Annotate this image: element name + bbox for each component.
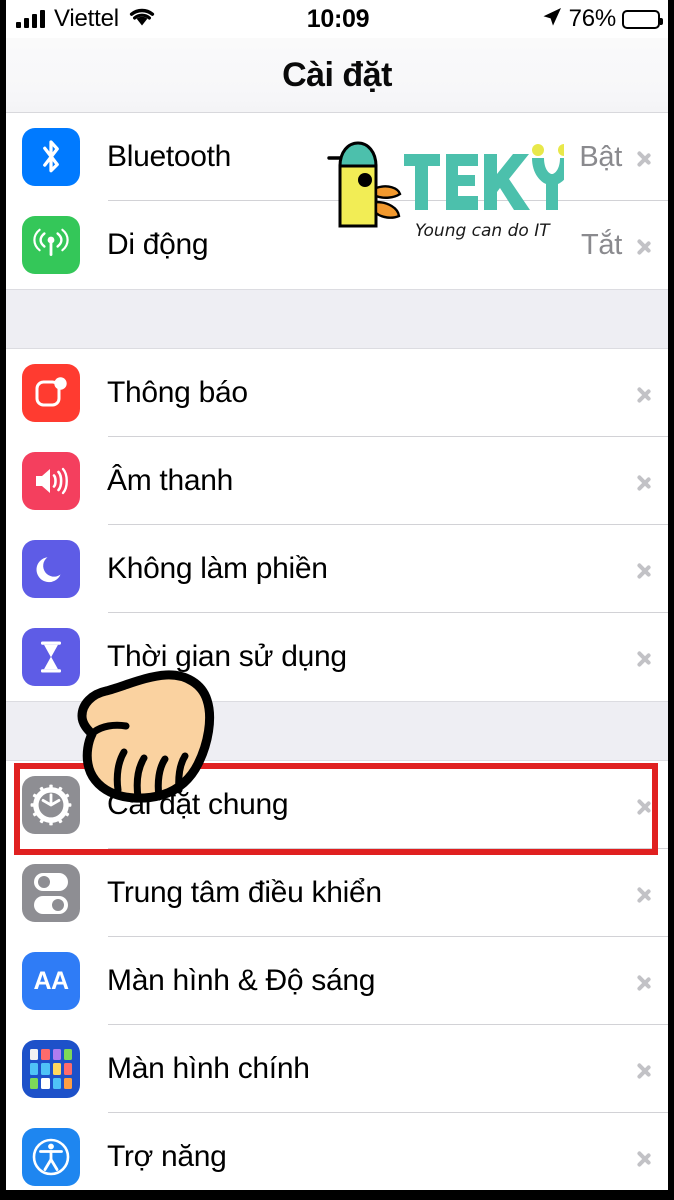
- do-not-disturb-moon-icon: [22, 540, 80, 598]
- settings-row-accessibility[interactable]: Trợ năng: [0, 1113, 674, 1200]
- battery-icon: [622, 9, 664, 29]
- settings-row-label: Màn hình & Độ sáng: [107, 964, 376, 997]
- settings-list[interactable]: Bluetooth Bật Di động Tắt Thông báo Âm t…: [0, 113, 674, 1200]
- settings-row-label: Thời gian sử dụng: [107, 640, 347, 673]
- gear-icon: [22, 776, 80, 834]
- group-separator: [0, 289, 674, 349]
- aa-glyph-label: AA: [33, 966, 69, 995]
- settings-row-label: Âm thanh: [107, 464, 234, 497]
- settings-row-display-brightness[interactable]: AA Màn hình & Độ sáng: [0, 937, 674, 1025]
- status-bar-right: 76%: [369, 5, 664, 33]
- status-bar-center: 10:09: [306, 4, 370, 34]
- page-title: Cài đặt: [282, 55, 392, 94]
- group-separator: [0, 701, 674, 761]
- chevron-right-icon: [636, 467, 652, 495]
- phone-screen: Viettel 10:09 76% Cài đặt Bluetooth Bật …: [0, 0, 674, 1200]
- wifi-icon: [128, 6, 156, 32]
- chevron-right-icon: [636, 555, 652, 583]
- chevron-right-icon: [636, 143, 652, 171]
- cellular-status-value: Tắt: [581, 228, 622, 261]
- chevron-right-icon: [636, 643, 652, 671]
- settings-row-label: Bluetooth: [107, 140, 232, 173]
- device-bezel-right: [668, 0, 674, 1200]
- navigation-bar: Cài đặt: [0, 38, 674, 113]
- notifications-icon: [22, 364, 80, 422]
- chevron-right-icon: [636, 879, 652, 907]
- carrier-name: Viettel: [54, 5, 119, 32]
- settings-group-alerts: Thông báo Âm thanh Không làm phiền Thời …: [0, 349, 674, 701]
- bluetooth-icon: [22, 128, 80, 186]
- settings-row-label: Thông báo: [107, 376, 248, 409]
- chevron-right-icon: [636, 1055, 652, 1083]
- chevron-right-icon: [636, 967, 652, 995]
- chevron-right-icon: [636, 379, 652, 407]
- settings-row-general[interactable]: Cài đặt chung: [0, 761, 674, 849]
- settings-row-do-not-disturb[interactable]: Không làm phiền: [0, 525, 674, 613]
- cellular-bars-icon: [16, 10, 45, 28]
- settings-row-bluetooth[interactable]: Bluetooth Bật: [0, 113, 674, 201]
- settings-row-label: Trợ năng: [107, 1140, 227, 1173]
- home-screen-grid-icon: [22, 1040, 80, 1098]
- settings-row-control-center[interactable]: Trung tâm điều khiển: [0, 849, 674, 937]
- chevron-right-icon: [636, 231, 652, 259]
- device-bezel-bottom: [0, 1190, 674, 1200]
- settings-row-label: Cài đặt chung: [107, 788, 289, 821]
- battery-percentage: 76%: [568, 5, 617, 32]
- settings-row-home-screen[interactable]: Màn hình chính: [0, 1025, 674, 1113]
- settings-group-connectivity: Bluetooth Bật Di động Tắt: [0, 113, 674, 289]
- screen-time-hourglass-icon: [22, 628, 80, 686]
- settings-row-label: Không làm phiền: [107, 552, 328, 585]
- settings-row-label: Trung tâm điều khiển: [107, 876, 382, 909]
- settings-group-system: Cài đặt chung Trung tâm điều khiển AA Mà…: [0, 761, 674, 1200]
- settings-row-label: Di động: [107, 228, 209, 261]
- settings-row-label: Màn hình chính: [107, 1052, 310, 1085]
- chevron-right-icon: [636, 791, 652, 819]
- bluetooth-status-value: Bật: [579, 140, 622, 173]
- control-center-icon: [22, 864, 80, 922]
- chevron-right-icon: [636, 1143, 652, 1171]
- cellular-icon: [22, 216, 80, 274]
- status-bar-left: Viettel: [16, 5, 307, 33]
- display-brightness-aa-icon: AA: [22, 952, 80, 1010]
- status-bar: Viettel 10:09 76%: [0, 0, 674, 38]
- settings-row-notifications[interactable]: Thông báo: [0, 349, 674, 437]
- location-arrow-icon: [541, 6, 563, 33]
- settings-row-sounds[interactable]: Âm thanh: [0, 437, 674, 525]
- clock: 10:09: [306, 4, 370, 33]
- device-bezel-left: [0, 0, 6, 1200]
- sounds-icon: [22, 452, 80, 510]
- accessibility-icon: [22, 1128, 80, 1186]
- settings-row-cellular[interactable]: Di động Tắt: [0, 201, 674, 289]
- settings-row-screen-time[interactable]: Thời gian sử dụng: [0, 613, 674, 701]
